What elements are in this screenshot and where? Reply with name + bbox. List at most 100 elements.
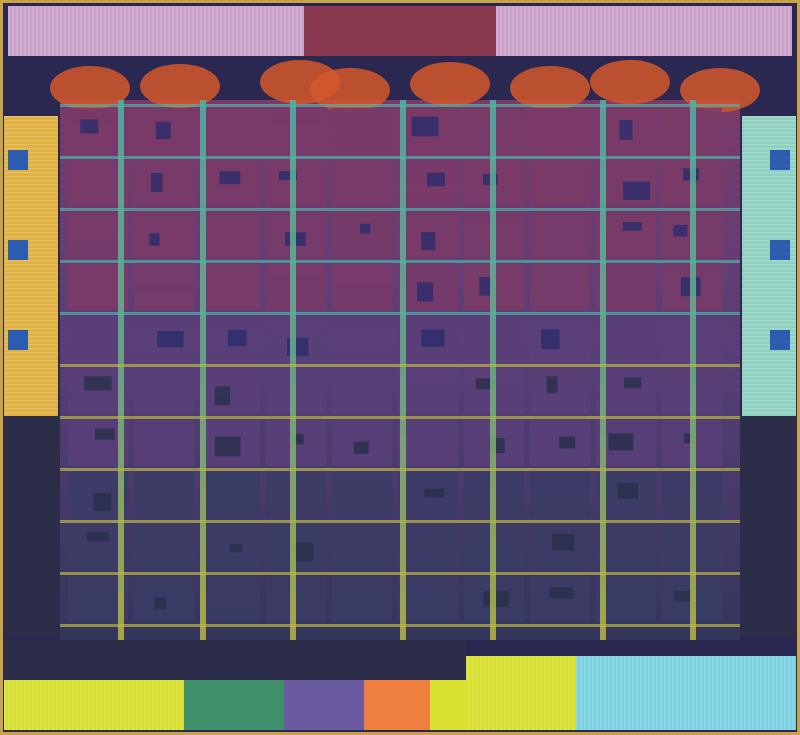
cell-detail [155,121,171,140]
cell-detail [80,119,99,134]
core-cell [398,524,458,570]
cell-detail [622,222,642,231]
vertical-bus [290,100,296,640]
cell-detail [84,376,112,391]
cell-detail [551,534,575,551]
core-cell [134,264,194,310]
top-io-strip-right [496,6,792,56]
cell-detail [623,181,650,200]
die-photograph [0,0,800,735]
cell-detail [624,377,642,389]
core-cell [332,212,392,258]
left-io-column [4,116,58,416]
cell-detail [483,591,510,608]
core-cell [200,576,260,622]
vertical-bus [490,100,496,640]
core-cell [530,264,590,310]
cell-detail [417,282,434,302]
orange-patch [140,64,220,108]
cell-detail [549,587,574,599]
horizontal-bus [60,312,740,315]
cell-detail [87,532,109,542]
left-lower-region [4,416,60,636]
cell-detail [674,590,692,602]
vertical-bus [600,100,606,640]
cell-detail [359,223,371,234]
core-cell [332,160,392,206]
bottom-dark-band [4,640,466,680]
core-cell [332,472,392,518]
core-cell [134,472,194,518]
horizontal-bus [60,572,740,575]
core-cell [530,212,590,258]
orange-patch [510,66,590,110]
horizontal-bus [60,416,740,419]
horizontal-bus [60,364,740,367]
cell-detail [151,172,163,193]
cell-detail [219,171,241,185]
horizontal-bus [60,104,740,107]
vertical-bus [118,100,124,640]
cell-detail [427,172,445,187]
cell-detail [93,492,112,512]
cell-detail [157,330,184,348]
core-cell [398,420,458,466]
core-cell [200,472,260,518]
cell-detail [541,329,560,350]
horizontal-bus [60,468,740,471]
cell-detail [292,542,314,562]
cell-detail [559,436,576,449]
horizontal-bus [60,260,740,263]
core-cell [200,212,260,258]
core-cell [134,160,194,206]
right-lower-region [740,416,796,636]
top-center-block [304,6,496,56]
core-cell [200,108,260,154]
horizontal-bus [60,520,740,523]
horizontal-bus [60,156,740,159]
core-cell [134,420,194,466]
core-cell [134,368,194,414]
cell-detail [424,488,445,498]
core-cell [332,316,392,362]
core-cell [530,316,590,362]
cell-detail [229,544,243,553]
core-cell [530,160,590,206]
cell-detail [421,329,445,347]
vertical-bus [200,100,206,640]
cell-detail [619,119,633,140]
cell-detail [214,386,231,406]
cell-detail [617,483,638,499]
core-cell [398,576,458,622]
core-cell [530,368,590,414]
horizontal-bus [60,624,740,627]
cell-detail [546,376,558,394]
core-cell [134,524,194,570]
cell-detail [479,277,491,296]
core-cell [332,576,392,622]
core-cell [530,472,590,518]
cell-detail [608,433,634,451]
orange-patch [590,60,670,104]
core-cell [530,576,590,622]
vertical-bus [400,100,406,640]
cell-detail [421,232,436,251]
cell-detail [227,329,247,347]
core-cell [398,368,458,414]
core-cell [332,264,392,310]
cell-detail [214,436,241,457]
cell-detail [353,441,369,454]
core-cell [332,368,392,414]
orange-patch [410,62,490,106]
cell-detail [673,224,688,237]
core-cell [332,524,392,570]
top-io-strip-left [8,6,304,56]
core-cell [134,212,194,258]
right-io-column [742,116,796,416]
cell-detail [95,428,115,440]
core-cell [530,108,590,154]
core-cell [332,108,392,154]
cell-detail [411,116,439,137]
cell-detail [149,233,160,246]
vertical-bus [690,100,696,640]
